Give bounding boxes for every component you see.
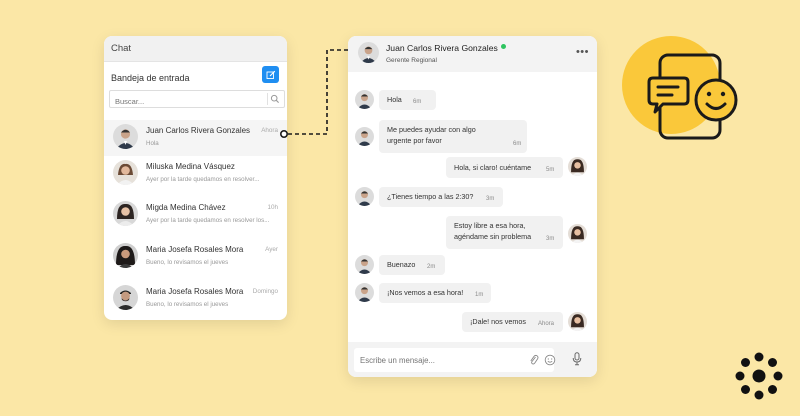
- message-bubble: Hola, si claro! cuéntame 5m: [446, 157, 563, 178]
- contact-item[interactable]: Migda Medina Chávez Ayer por la tarde qu…: [104, 197, 287, 233]
- chat-window: Juan Carlos Rivera Gonzales Gerente Regi…: [348, 36, 597, 377]
- message-text: Buenazo: [387, 260, 416, 269]
- avatar: [355, 187, 374, 206]
- message-text: Hola: [387, 95, 402, 104]
- chat-contact-name: Juan Carlos Rivera Gonzales: [386, 43, 498, 53]
- message-time: 3m: [546, 236, 555, 242]
- message-text: ¡Dale! nos vemos: [470, 317, 526, 326]
- message-text: Me puedes ayudar con algo: [387, 125, 476, 134]
- contact-time: Domingo: [252, 288, 278, 295]
- message-bubble: Me puedes ayudar con algo urgente por fa…: [379, 120, 527, 153]
- contact-name: Maria Josefa Rosales Mora: [146, 245, 244, 254]
- inbox-header-label: Chat: [111, 43, 132, 54]
- connector-line: [280, 49, 350, 138]
- search-icon[interactable]: [270, 94, 280, 104]
- avatar: [355, 90, 374, 109]
- message-time: 6m: [513, 141, 522, 147]
- avatar: [113, 124, 138, 149]
- contact-preview: Bueno, lo revisamos el jueves: [146, 301, 229, 308]
- avatar: [113, 160, 138, 185]
- message-time: Ahora: [538, 321, 555, 327]
- message-field: [354, 348, 556, 372]
- message-text: Estoy libre a esa hora,: [454, 221, 526, 230]
- contact-time: Ayer: [265, 246, 278, 253]
- contact-preview: Hola: [146, 140, 159, 147]
- message-time: 6m: [413, 99, 422, 105]
- message-time: 1m: [475, 292, 484, 298]
- emoji-icon[interactable]: [544, 354, 556, 366]
- message-time: 3m: [486, 196, 495, 202]
- contact-preview: Bueno, lo revisamos el jueves: [146, 259, 229, 266]
- message-time: 5m: [546, 167, 555, 173]
- chat-header: Juan Carlos Rivera Gonzales Gerente Regi…: [348, 36, 597, 72]
- avatar: [113, 285, 138, 310]
- avatar: [568, 157, 587, 176]
- message-bubble: Hola 6m: [379, 90, 436, 110]
- contact-preview: Ayer por la tarde quedamos en resolver..…: [146, 176, 260, 183]
- contact-item[interactable]: Miluska Medina Vásquez Ayer por la tarde…: [104, 156, 287, 192]
- message-text: ¡Nos vemos a esa hora!: [387, 288, 464, 297]
- contact-time: Ahora: [261, 127, 278, 134]
- contact-preview: Ayer por la tarde quedamos en resolver l…: [146, 217, 270, 224]
- avatar: [568, 312, 587, 331]
- message-bubble: ¡Nos vemos a esa hora! 1m: [379, 283, 491, 303]
- inbox-panel: Chat Bandeja de entrada Juan Carlos Rive…: [104, 36, 287, 320]
- message-bubble: Buenazo 2m: [379, 255, 445, 275]
- message-text: ¿Tienes tiempo a las 2:30?: [387, 192, 474, 201]
- inbox-title: Bandeja de entrada: [111, 73, 190, 83]
- avatar: [113, 201, 138, 226]
- contact-name: Migda Medina Chávez: [146, 203, 226, 212]
- more-options-button[interactable]: •••: [576, 46, 589, 58]
- chat-contact-role: Gerente Regional: [386, 57, 437, 64]
- contact-item[interactable]: Juan Carlos Rivera Gonzales Hola Ahora: [104, 120, 287, 156]
- avatar: [113, 243, 138, 268]
- message-bubble: Estoy libre a esa hora, agéndame sin pro…: [446, 216, 563, 249]
- message-input[interactable]: [354, 348, 514, 372]
- search-divider: [267, 93, 268, 105]
- avatar: [355, 255, 374, 274]
- message-text: agéndame sin problema: [454, 232, 532, 241]
- contact-name: Miluska Medina Vásquez: [146, 162, 235, 171]
- inbox-title-row: Bandeja de entrada: [104, 62, 287, 92]
- avatar: [568, 224, 587, 243]
- message-text: urgente por favor: [387, 136, 442, 145]
- avatar: [355, 283, 374, 302]
- contact-time: 10h: [267, 204, 278, 211]
- microphone-icon[interactable]: [572, 352, 582, 366]
- compose-icon: [266, 70, 275, 79]
- contact-item[interactable]: Maria Josefa Rosales Mora Bueno, lo revi…: [104, 281, 287, 317]
- avatar: [355, 127, 374, 146]
- compose-button[interactable]: [262, 66, 279, 83]
- attach-icon[interactable]: [529, 354, 539, 366]
- online-status-dot: [501, 44, 506, 49]
- message-bubble: ¿Tienes tiempo a las 2:30? 3m: [379, 187, 503, 207]
- inbox-header: Chat: [104, 36, 287, 62]
- contact-name: Juan Carlos Rivera Gonzales: [146, 126, 251, 135]
- chat-phone-illustration: [622, 36, 738, 140]
- search-input[interactable]: [110, 93, 260, 110]
- contact-item[interactable]: Maria Josefa Rosales Mora Bueno, lo revi…: [104, 239, 287, 275]
- message-text: Hola, si claro! cuéntame: [454, 163, 532, 172]
- avatar[interactable]: [358, 42, 379, 63]
- brand-logo: [735, 352, 783, 400]
- message-bubble: ¡Dale! nos vemos Ahora: [462, 312, 563, 332]
- contact-name: Maria Josefa Rosales Mora: [146, 287, 244, 296]
- search-box: [109, 90, 285, 110]
- message-composer: [348, 342, 597, 377]
- message-time: 2m: [427, 264, 436, 270]
